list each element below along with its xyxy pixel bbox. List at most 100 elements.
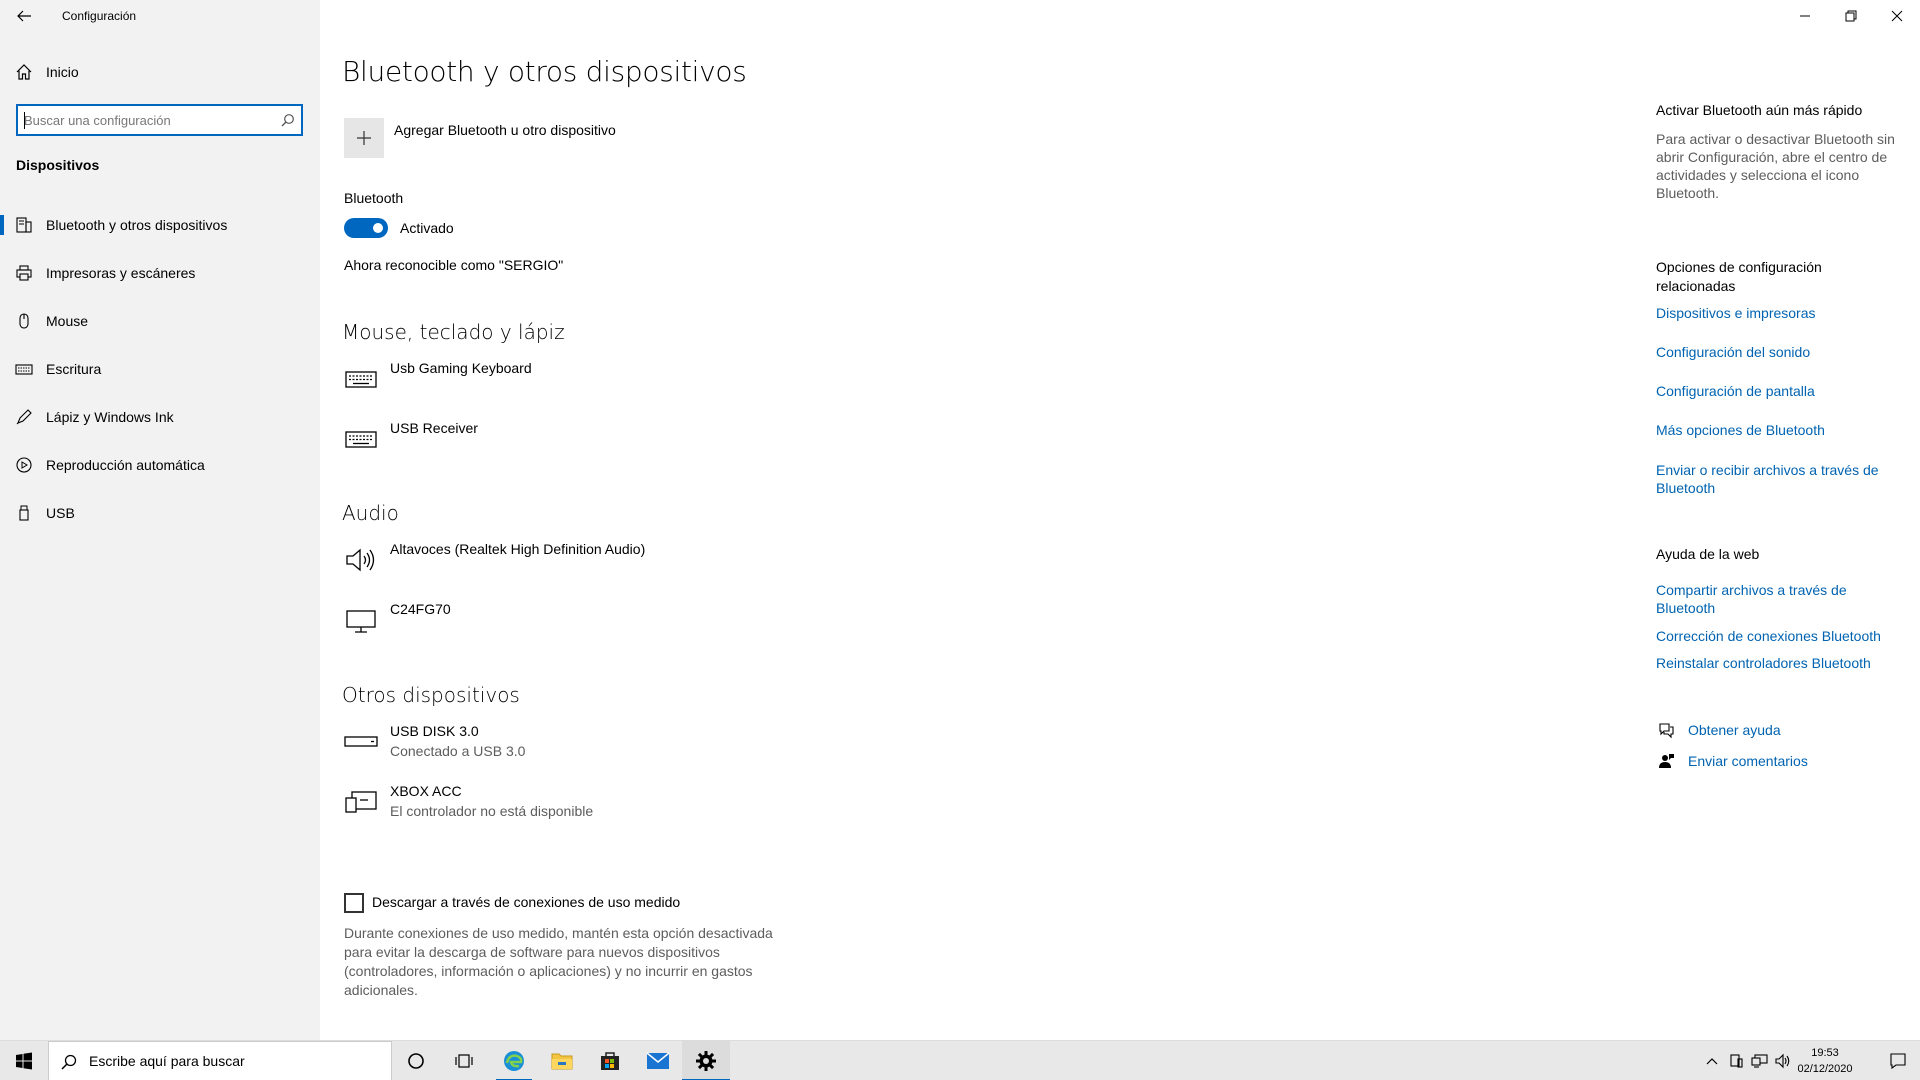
main-content: Bluetooth y otros dispositivos Agregar B… <box>320 0 1920 1040</box>
device-name: USB DISK 3.0 <box>390 723 479 739</box>
sidebar: Inicio Dispositivos Bluetooth y otros di… <box>0 0 320 1040</box>
printer-icon <box>14 263 34 283</box>
metered-download-checkbox[interactable]: Descargar a través de conexiones de uso … <box>344 892 864 914</box>
link-reinstall-bluetooth-drivers[interactable]: Reinstalar controladores Bluetooth <box>1656 654 1871 672</box>
metered-download-label: Descargar a través de conexiones de uso … <box>372 894 681 910</box>
device-name: Usb Gaming Keyboard <box>390 360 532 376</box>
network-icon[interactable] <box>1750 1051 1770 1071</box>
link-send-receive-files[interactable]: Enviar o recibir archivos a través de Bl… <box>1656 461 1886 497</box>
web-help-title: Ayuda de la web <box>1656 546 1760 562</box>
usb-icon <box>14 503 34 523</box>
pen-icon <box>14 407 34 427</box>
sidebar-item-label: Reproducción automática <box>46 457 205 473</box>
link-devices-printers[interactable]: Dispositivos e impresoras <box>1656 304 1816 322</box>
settings-gear-icon[interactable] <box>682 1041 730 1080</box>
usb-drive-icon <box>344 725 378 759</box>
device-name: XBOX ACC <box>390 783 462 799</box>
device-tray-icon[interactable] <box>1726 1051 1746 1071</box>
clock-date: 02/12/2020 <box>1797 1063 1853 1075</box>
chevron-up-icon[interactable] <box>1702 1051 1722 1071</box>
sidebar-item-bluetooth[interactable]: Bluetooth y otros dispositivos <box>0 205 320 245</box>
settings-search-input[interactable] <box>24 110 274 130</box>
taskbar-clock[interactable]: 19:53 02/12/2020 <box>1790 1045 1860 1077</box>
sidebar-item-typing[interactable]: Escritura <box>0 349 320 389</box>
bluetooth-toggle[interactable] <box>344 218 388 238</box>
keyboard-icon <box>344 422 378 456</box>
sidebar-item-printers[interactable]: Impresoras y escáneres <box>0 253 320 293</box>
add-device-label: Agregar Bluetooth u otro dispositivo <box>394 122 616 138</box>
help-chat-icon <box>1656 720 1676 740</box>
nav-home-label: Inicio <box>46 64 79 80</box>
mouse-icon <box>14 311 34 331</box>
device-c24fg70-monitor[interactable]: C24FG70 <box>344 599 984 651</box>
link-sound-settings[interactable]: Configuración del sonido <box>1656 343 1810 361</box>
cortana-icon[interactable] <box>392 1041 440 1080</box>
metered-download-description: Durante conexiones de uso medido, mantén… <box>344 925 773 998</box>
taskbar-search-box[interactable]: Escribe aquí para buscar <box>48 1041 392 1080</box>
device-xbox-acc[interactable]: XBOX ACC El controlador no está disponib… <box>344 781 984 833</box>
device-speakers[interactable]: Altavoces (Realtek High Definition Audio… <box>344 539 984 591</box>
selection-indicator <box>0 215 4 235</box>
sidebar-item-autoplay[interactable]: Reproducción automática <box>0 445 320 485</box>
keyboard-icon <box>344 362 378 396</box>
bluetooth-state: Activado <box>400 220 454 236</box>
search-icon <box>59 1052 79 1072</box>
sidebar-item-label: USB <box>46 505 75 521</box>
plus-icon <box>344 118 384 158</box>
mail-icon[interactable] <box>634 1041 682 1080</box>
section-title-mouse-keyboard-pen: Mouse, teclado y lápiz <box>342 320 565 344</box>
sidebar-item-label: Escritura <box>46 361 102 377</box>
get-help-row[interactable]: Obtener ayuda <box>1656 719 1856 741</box>
sidebar-item-pen[interactable]: Lápiz y Windows Ink <box>0 397 320 437</box>
toggle-knob <box>373 223 383 233</box>
settings-search[interactable] <box>16 104 303 136</box>
device-name: USB Receiver <box>390 420 478 436</box>
device-usb-gaming-keyboard[interactable]: Usb Gaming Keyboard <box>344 358 984 410</box>
section-title-other-devices: Otros dispositivos <box>342 683 520 707</box>
add-device-button[interactable]: Agregar Bluetooth u otro dispositivo <box>344 118 1004 160</box>
task-view-icon[interactable] <box>440 1041 488 1080</box>
windows-start-icon[interactable] <box>0 1041 48 1080</box>
back-arrow-icon[interactable] <box>8 0 40 32</box>
bluetooth-devices-icon <box>14 215 34 235</box>
link-more-bluetooth-options[interactable]: Más opciones de Bluetooth <box>1656 421 1825 439</box>
nav-home[interactable]: Inicio <box>0 52 320 92</box>
autoplay-icon <box>14 455 34 475</box>
sidebar-item-mouse[interactable]: Mouse <box>0 301 320 341</box>
window-title: Configuración <box>62 9 137 23</box>
search-icon[interactable] <box>279 111 297 129</box>
sidebar-item-label: Mouse <box>46 313 89 329</box>
device-status: Conectado a USB 3.0 <box>390 743 526 759</box>
discoverable-status: Ahora reconocible como "SERGIO" <box>344 257 564 273</box>
sidebar-item-label: Impresoras y escáneres <box>46 265 196 281</box>
related-settings-title: Opciones de configuración relacionadas <box>1656 259 1822 294</box>
checkbox-box[interactable] <box>344 893 364 913</box>
link-display-settings[interactable]: Configuración de pantalla <box>1656 382 1815 400</box>
send-feedback-row[interactable]: Enviar comentarios <box>1656 750 1856 772</box>
sidebar-item-usb[interactable]: USB <box>0 493 320 533</box>
edge-browser-icon[interactable] <box>490 1041 538 1080</box>
device-name: C24FG70 <box>390 601 451 617</box>
feedback-person-icon <box>1656 751 1676 771</box>
get-help-link[interactable]: Obtener ayuda <box>1688 721 1781 739</box>
monitor-icon <box>344 603 378 637</box>
notification-center-icon[interactable] <box>1876 1041 1920 1080</box>
device-usb-disk[interactable]: USB DISK 3.0 Conectado a USB 3.0 <box>344 721 984 773</box>
device-usb-receiver[interactable]: USB Receiver <box>344 418 984 470</box>
send-feedback-link[interactable]: Enviar comentarios <box>1688 752 1808 770</box>
home-icon <box>14 62 34 82</box>
store-icon[interactable] <box>586 1041 634 1080</box>
sidebar-item-label: Bluetooth y otros dispositivos <box>46 217 228 233</box>
page-title: Bluetooth y otros dispositivos <box>342 55 747 88</box>
bluetooth-label: Bluetooth <box>344 190 404 206</box>
device-status: El controlador no está disponible <box>390 803 594 819</box>
sidebar-section-title: Dispositivos <box>16 157 100 173</box>
speaker-icon <box>344 543 378 577</box>
generic-device-icon <box>344 785 378 819</box>
file-explorer-icon[interactable] <box>538 1041 586 1080</box>
link-share-files-bluetooth[interactable]: Compartir archivos a través de Bluetooth <box>1656 581 1886 617</box>
link-fix-bluetooth-connections[interactable]: Corrección de conexiones Bluetooth <box>1656 627 1881 645</box>
device-name: Altavoces (Realtek High Definition Audio… <box>390 541 646 557</box>
tip-title: Activar Bluetooth aún más rápido <box>1656 102 1863 118</box>
taskbar-search-placeholder: Escribe aquí para buscar <box>89 1053 245 1069</box>
